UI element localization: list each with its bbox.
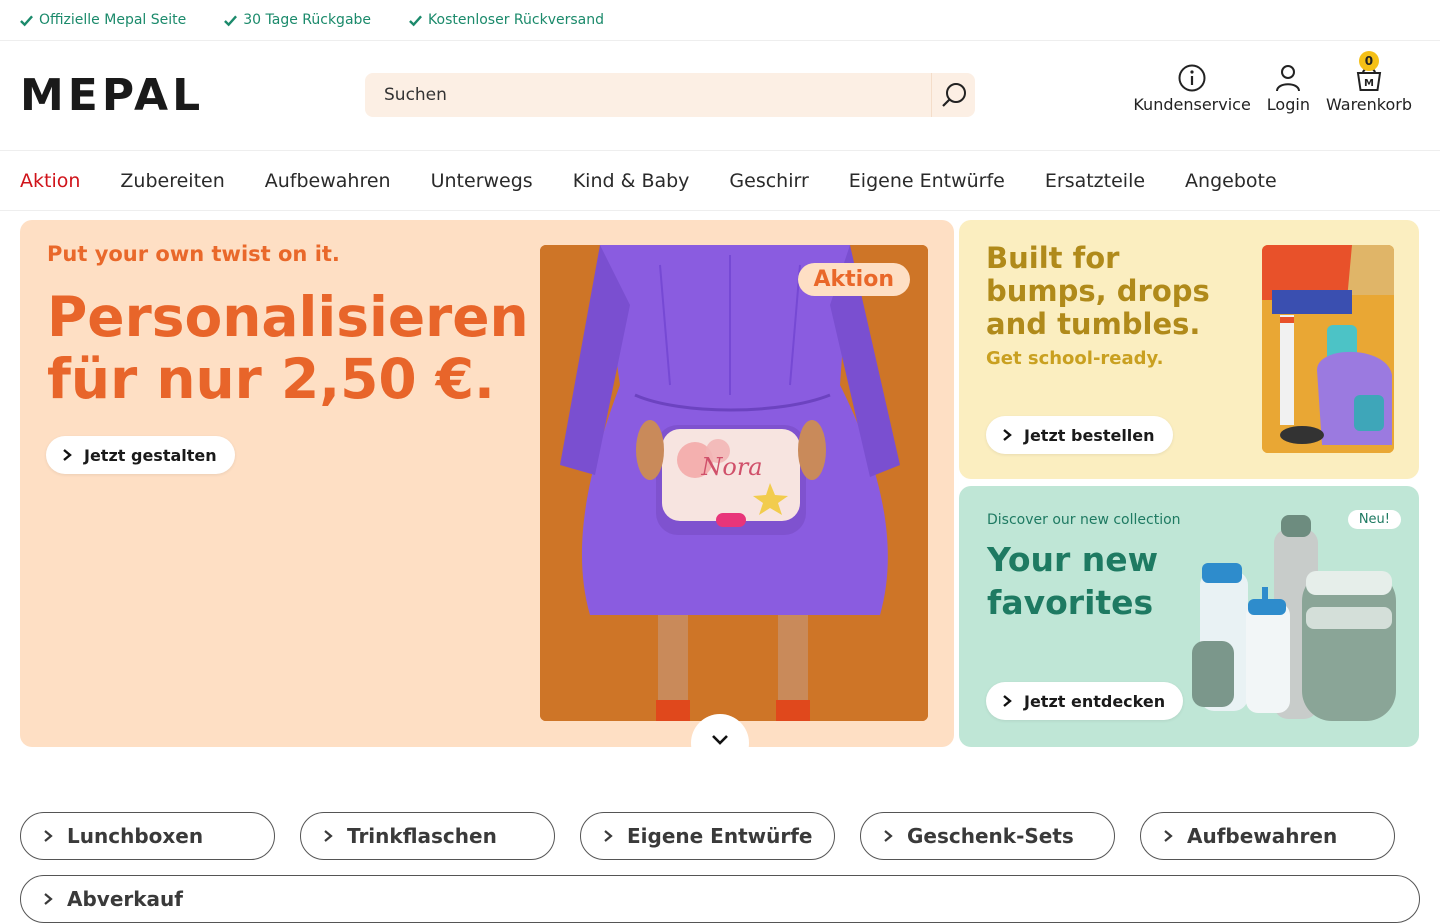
chevron-right-icon: [1003, 695, 1012, 707]
cart-button[interactable]: 0 M Warenkorb: [1325, 51, 1412, 114]
lunchbox-name-label: Nora: [700, 453, 762, 481]
school-kid-image: [1262, 245, 1394, 453]
usp-bar: Offizielle Mepal Seite 30 Tage Rückgabe …: [0, 0, 1440, 41]
discover-now-label: Jetzt entdecken: [1024, 691, 1166, 711]
hero-title: Personalisieren für nur 2,50 €.: [47, 285, 529, 411]
usp-item: Offizielle Mepal Seite: [20, 12, 186, 28]
customer-service-label: Kundenservice: [1133, 95, 1251, 114]
nav-item-ersatzteile[interactable]: Ersatzteile: [1045, 170, 1145, 192]
scroll-down-button[interactable]: [691, 714, 749, 772]
nav-item-geschirr[interactable]: Geschirr: [729, 170, 808, 192]
chevron-right-icon: [1164, 830, 1173, 842]
usp-label: Kostenloser Rückversand: [428, 12, 604, 28]
design-now-button[interactable]: Jetzt gestalten: [46, 436, 235, 474]
cart-label: Warenkorb: [1325, 95, 1412, 114]
customer-service-button[interactable]: Kundenservice: [1133, 63, 1251, 114]
user-icon: [1276, 65, 1301, 92]
school-promo-subtitle: Get school-ready.: [986, 348, 1164, 369]
chevron-right-icon: [884, 830, 893, 842]
new-collection-tagline: Discover our new collection: [987, 512, 1181, 528]
category-label: Abverkauf: [67, 887, 183, 911]
cart-count-badge: 0: [1358, 51, 1379, 71]
hero-tagline: Put your own twist on it.: [47, 242, 340, 266]
chevron-right-icon: [63, 449, 72, 461]
category-label: Lunchboxen: [67, 824, 204, 848]
mepal-logo[interactable]: MEPAL: [20, 74, 204, 118]
chevron-down-icon: [712, 735, 728, 745]
search-input[interactable]: Suchen: [365, 85, 931, 105]
nav-item-unterwegs[interactable]: Unterwegs: [431, 170, 533, 192]
new-collection-card[interactable]: Discover our new collection Your new fav…: [959, 486, 1419, 747]
order-now-label: Jetzt bestellen: [1024, 425, 1155, 445]
category-label: Eigene Entwürfe: [627, 824, 813, 848]
usp-item: 30 Tage Rückgabe: [224, 12, 371, 28]
design-now-label: Jetzt gestalten: [84, 445, 217, 465]
hero-image: Nora Aktion: [540, 245, 928, 721]
login-button[interactable]: Login: [1267, 63, 1310, 114]
usp-label: Offizielle Mepal Seite: [39, 12, 187, 28]
school-promo-card[interactable]: Built for bumps, drops and tumbles. Get …: [959, 220, 1419, 479]
aktion-badge: Aktion: [797, 263, 910, 296]
category-geschenk-sets[interactable]: Geschenk-Sets: [860, 812, 1115, 860]
info-icon: [1178, 64, 1206, 92]
site-header: MEPAL Suchen Kundenservice Login 0 M War…: [0, 41, 1440, 151]
usp-label: 30 Tage Rückgabe: [243, 12, 372, 28]
nav-item-aktion[interactable]: Aktion: [20, 170, 80, 192]
category-shortcuts: Lunchboxen Trinkflaschen Eigene Entwürfe…: [20, 812, 1395, 860]
nav-item-angebote[interactable]: Angebote: [1185, 170, 1277, 192]
search-icon: [941, 83, 966, 107]
search-bar[interactable]: Suchen: [365, 73, 975, 117]
category-aufbewahren[interactable]: Aufbewahren: [1140, 812, 1395, 860]
chevron-right-icon: [604, 830, 613, 842]
svg-text:M: M: [1364, 78, 1374, 89]
main-nav: Aktion Zubereiten Aufbewahren Unterwegs …: [0, 151, 1440, 211]
nav-item-kind-baby[interactable]: Kind & Baby: [573, 170, 690, 192]
discover-now-button[interactable]: Jetzt entdecken: [986, 682, 1184, 720]
login-label: Login: [1266, 95, 1310, 114]
school-promo-title: Built for bumps, drops and tumbles.: [986, 241, 1210, 341]
category-lunchboxen[interactable]: Lunchboxen: [20, 812, 275, 860]
category-label: Geschenk-Sets: [907, 824, 1074, 848]
header-actions: Kundenservice Login 0 M Warenkorb: [1133, 51, 1412, 114]
category-eigene-entwuerfe[interactable]: Eigene Entwürfe: [580, 812, 835, 860]
search-button[interactable]: [931, 73, 975, 117]
category-abverkauf[interactable]: Abverkauf: [20, 875, 1420, 923]
usp-item: Kostenloser Rückversand: [409, 12, 604, 28]
chevron-right-icon: [44, 893, 53, 905]
girl-with-lunchbox-illustration: Nora: [540, 245, 928, 721]
category-label: Trinkflaschen: [347, 824, 497, 848]
check-icon: [20, 15, 33, 26]
check-icon: [409, 15, 423, 26]
chevron-right-icon: [1003, 429, 1012, 441]
order-now-button[interactable]: Jetzt bestellen: [986, 416, 1173, 454]
chevron-right-icon: [44, 830, 53, 842]
bottles-product-illustration: [1192, 515, 1396, 721]
nav-item-zubereiten[interactable]: Zubereiten: [120, 170, 224, 192]
hero-banner[interactable]: Put your own twist on it. Personalisiere…: [20, 220, 954, 747]
category-label: Aufbewahren: [1187, 824, 1338, 848]
new-collection-title: Your new favorites: [987, 540, 1159, 622]
nav-item-eigene-entwuerfe[interactable]: Eigene Entwürfe: [849, 170, 1005, 192]
school-kid-illustration: [1262, 245, 1394, 453]
check-icon: [224, 15, 238, 26]
category-trinkflaschen[interactable]: Trinkflaschen: [300, 812, 555, 860]
chevron-right-icon: [324, 830, 333, 842]
nav-item-aufbewahren[interactable]: Aufbewahren: [265, 170, 391, 192]
